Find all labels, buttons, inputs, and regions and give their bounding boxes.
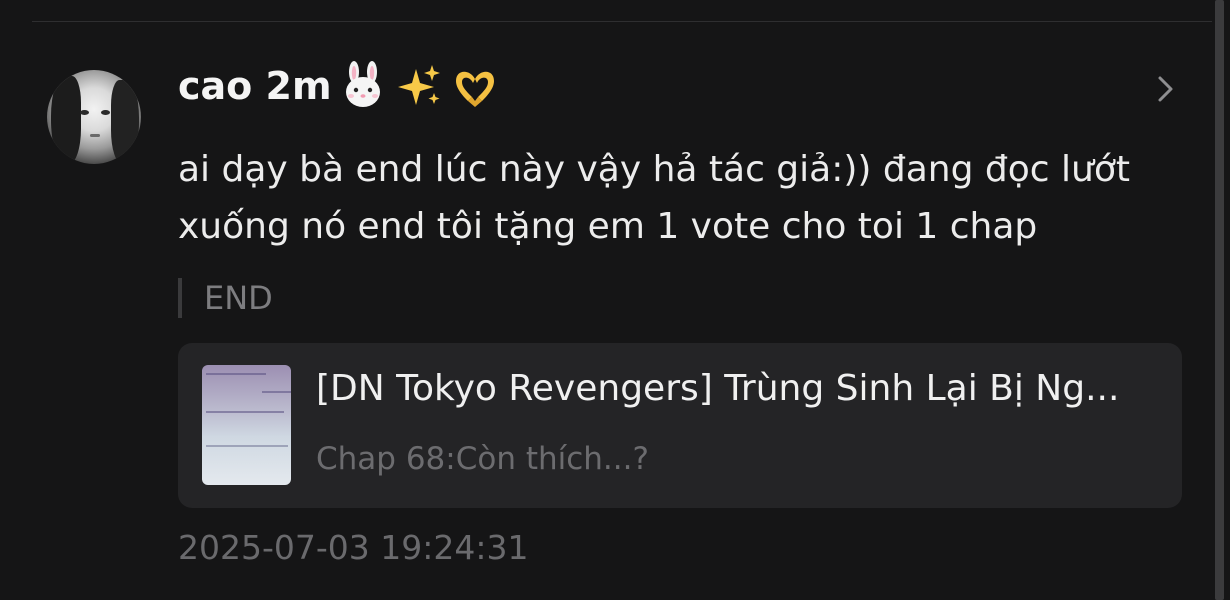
quoted-text: END	[178, 278, 273, 318]
sparkles-icon	[397, 65, 440, 105]
comment-screen: cao 2m ai dạy bà end lúc này vậy hả tác	[0, 0, 1230, 600]
timestamp: 2025-07-03 19:24:31	[178, 528, 529, 567]
book-cover-image	[202, 365, 291, 485]
username[interactable]: cao 2m	[178, 56, 500, 116]
comment-text: ai dạy bà end lúc này vậy hả tác giả:)) …	[178, 149, 1130, 247]
book-chapter: Chap 68:Còn thích...?	[316, 441, 649, 477]
heart-hands-icon	[455, 71, 494, 107]
book-title: [DN Tokyo Revengers] Trùng Sinh Lại Bị N…	[316, 368, 1120, 409]
rabbit-face-icon	[345, 61, 380, 107]
book-link-card[interactable]: [DN Tokyo Revengers] Trùng Sinh Lại Bị N…	[178, 343, 1182, 508]
divider	[32, 21, 1212, 22]
username-text: cao 2m	[178, 64, 332, 108]
avatar[interactable]	[47, 70, 141, 164]
chevron-right-icon[interactable]	[1152, 72, 1178, 106]
scrollbar[interactable]	[1215, 0, 1224, 600]
